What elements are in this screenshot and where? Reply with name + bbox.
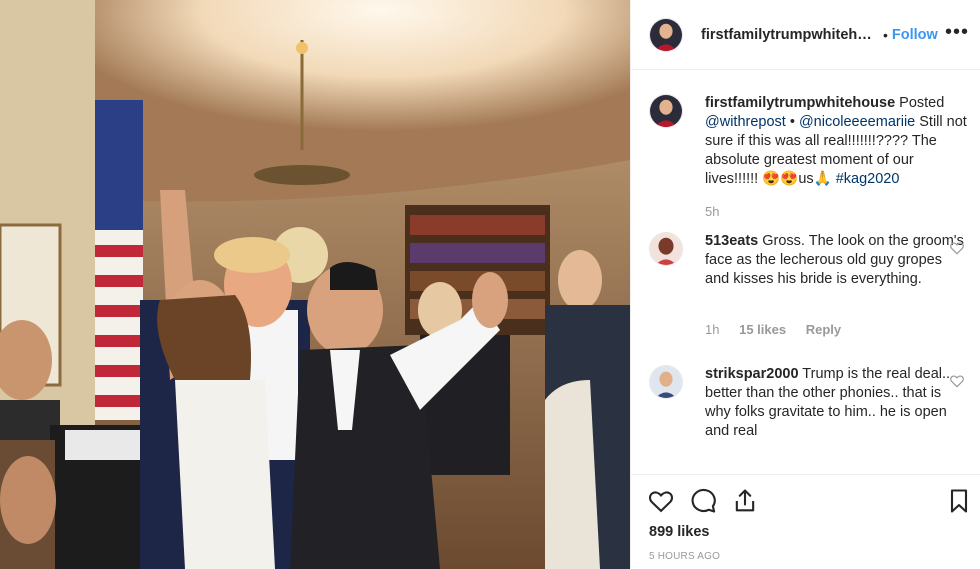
follow-button[interactable]: Follow [892, 27, 938, 43]
caption-text: firstfamilytrumpwhitehouse Posted @withr… [705, 94, 967, 189]
mention-link[interactable]: @withrepost [705, 114, 786, 130]
caption-username[interactable]: firstfamilytrumpwhitehouse [705, 95, 895, 111]
caption-meta: 5h [705, 204, 735, 219]
post-header: firstfamilytrumpwhitehouse • Follow ••• [631, 0, 980, 70]
caption-time[interactable]: 5h [705, 204, 719, 219]
post-timestamp[interactable]: 5 HOURS AGO [649, 551, 720, 562]
bookmark-icon[interactable] [945, 487, 973, 515]
comment-username[interactable]: 513eats [705, 233, 758, 249]
comments-section[interactable]: firstfamilytrumpwhitehouse Posted @withr… [631, 86, 980, 474]
heart-icon[interactable] [949, 240, 965, 256]
comment-item: 513eats Gross. The look on the groom's f… [649, 224, 969, 342]
more-options-icon[interactable]: ••• [945, 22, 969, 42]
mention-link[interactable]: @nicoleeeemariie [799, 114, 915, 130]
comment-text: 513eats Gross. The look on the groom's f… [705, 232, 967, 289]
caption-verb: Posted [899, 95, 945, 111]
post-sidebar: firstfamilytrumpwhitehouse • Follow ••• … [630, 0, 980, 569]
avatar[interactable] [649, 94, 683, 128]
avatar[interactable] [649, 365, 683, 399]
comment-meta: 1h 15 likes Reply [705, 322, 857, 337]
reply-button[interactable]: Reply [806, 322, 841, 337]
hashtag-link[interactable]: #kag2020 [836, 171, 900, 187]
caption-separator: • [789, 114, 795, 130]
avatar[interactable] [649, 17, 683, 52]
share-icon[interactable] [731, 487, 759, 515]
caption-entry: firstfamilytrumpwhitehouse Posted @withr… [649, 86, 969, 219]
like-count[interactable]: 899 likes [649, 524, 709, 540]
wedding-photo-image [0, 0, 630, 569]
avatar-image [650, 233, 682, 265]
comment-text: strikspar2000 Trump is the real deal.. b… [705, 365, 967, 441]
comment-likes[interactable]: 15 likes [739, 322, 786, 337]
post-actions: 899 likes 5 HOURS AGO [631, 474, 980, 569]
heart-icon[interactable] [949, 373, 965, 389]
avatar-image [650, 366, 682, 398]
avatar-image [650, 18, 682, 51]
heart-icon[interactable] [647, 487, 675, 515]
header-username[interactable]: firstfamilytrumpwhitehouse [701, 27, 879, 43]
avatar[interactable] [649, 232, 683, 266]
comment-item: strikspar2000 Trump is the real deal.. b… [649, 357, 969, 467]
comment-icon[interactable] [689, 487, 717, 515]
comment-time[interactable]: 1h [705, 322, 719, 337]
separator-dot: • [883, 26, 888, 43]
post-photo[interactable] [0, 0, 630, 569]
avatar-image [650, 95, 682, 127]
comment-username[interactable]: strikspar2000 [705, 366, 799, 382]
